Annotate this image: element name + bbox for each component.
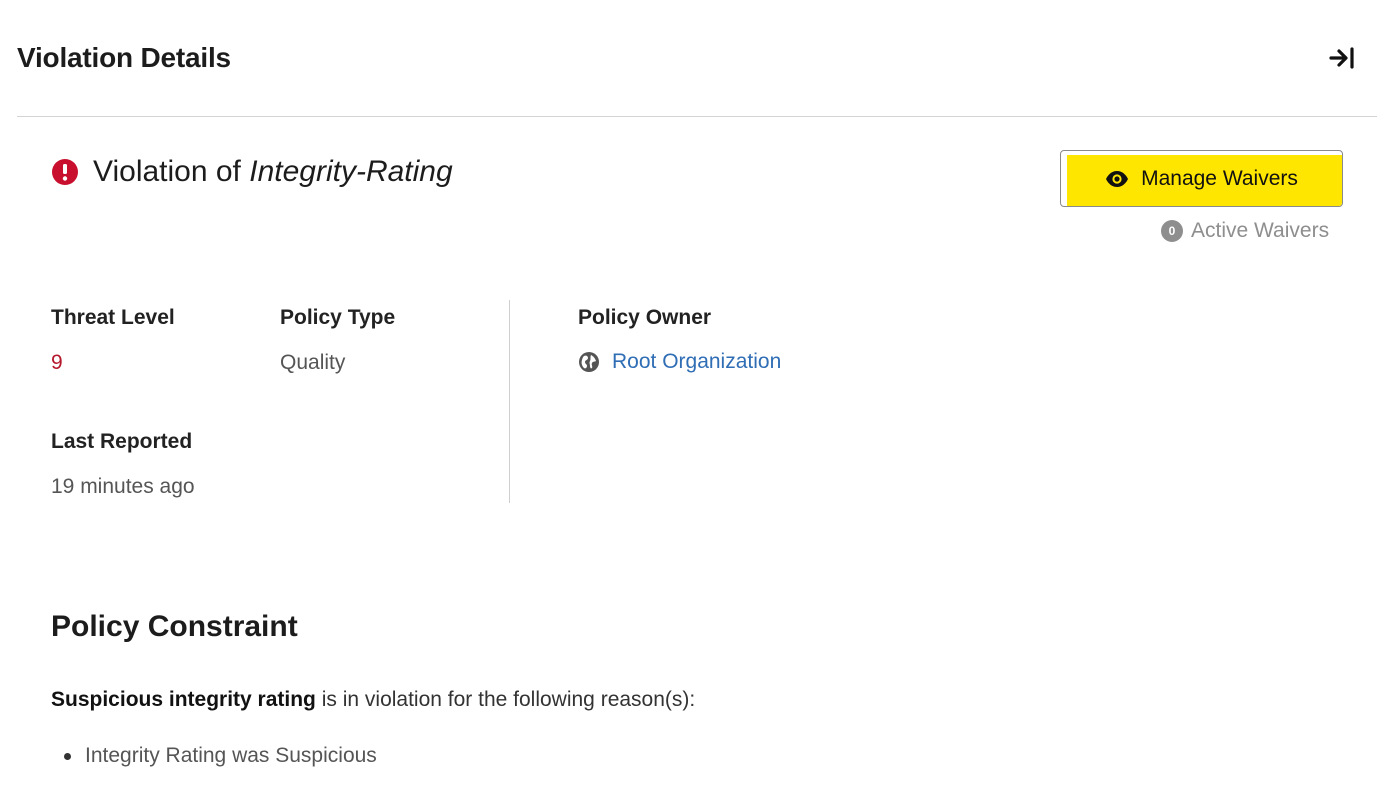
title-divider xyxy=(17,116,1377,117)
threat-level-label: Threat Level xyxy=(51,306,175,329)
manage-waivers-label: Manage Waivers xyxy=(1141,166,1298,190)
eye-icon xyxy=(1106,170,1129,187)
violation-heading: Violation of Integrity-Rating xyxy=(51,155,453,189)
violation-details-panel: Violation Details Violation of Integrity… xyxy=(0,0,1381,808)
violation-policy-name: Integrity-Rating xyxy=(249,155,453,188)
reason-text: Integrity Rating was Suspicious xyxy=(85,744,377,767)
constraint-name: Suspicious integrity rating xyxy=(51,688,316,711)
exclamation-circle-icon xyxy=(52,159,78,185)
manage-waivers-button[interactable]: Manage Waivers xyxy=(1060,150,1343,207)
active-waivers-label: Active Waivers xyxy=(1191,219,1330,242)
threat-level-value: 9 xyxy=(51,351,63,374)
last-reported-value: 19 minutes ago xyxy=(51,475,195,498)
policy-owner: Root Organization xyxy=(578,350,781,374)
bullet-icon xyxy=(64,752,71,760)
policy-constraint-title: Policy Constraint xyxy=(51,610,298,643)
reason-list: Integrity Rating was Suspicious xyxy=(64,744,377,768)
violation-prefix: Violation of xyxy=(93,155,241,188)
policy-owner-link[interactable]: Root Organization xyxy=(612,350,781,374)
policy-type-label: Policy Type xyxy=(280,306,396,329)
policy-type-value: Quality xyxy=(280,351,346,374)
list-item: Integrity Rating was Suspicious xyxy=(64,744,377,768)
active-waivers-count-badge: 0 xyxy=(1161,220,1183,242)
active-waivers-indicator: 0 Active Waivers xyxy=(1161,219,1329,243)
constraint-description: Suspicious integrity rating is in violat… xyxy=(51,688,695,712)
arrow-right-to-bar-icon xyxy=(1329,47,1354,69)
panel-title: Violation Details xyxy=(17,42,231,73)
policy-owner-label: Policy Owner xyxy=(578,306,712,329)
globe-icon xyxy=(579,352,599,372)
collapse-panel-button[interactable] xyxy=(1322,40,1362,76)
constraint-description-text: is in violation for the following reason… xyxy=(321,688,696,711)
last-reported-label: Last Reported xyxy=(51,430,193,453)
details-divider xyxy=(509,300,510,503)
